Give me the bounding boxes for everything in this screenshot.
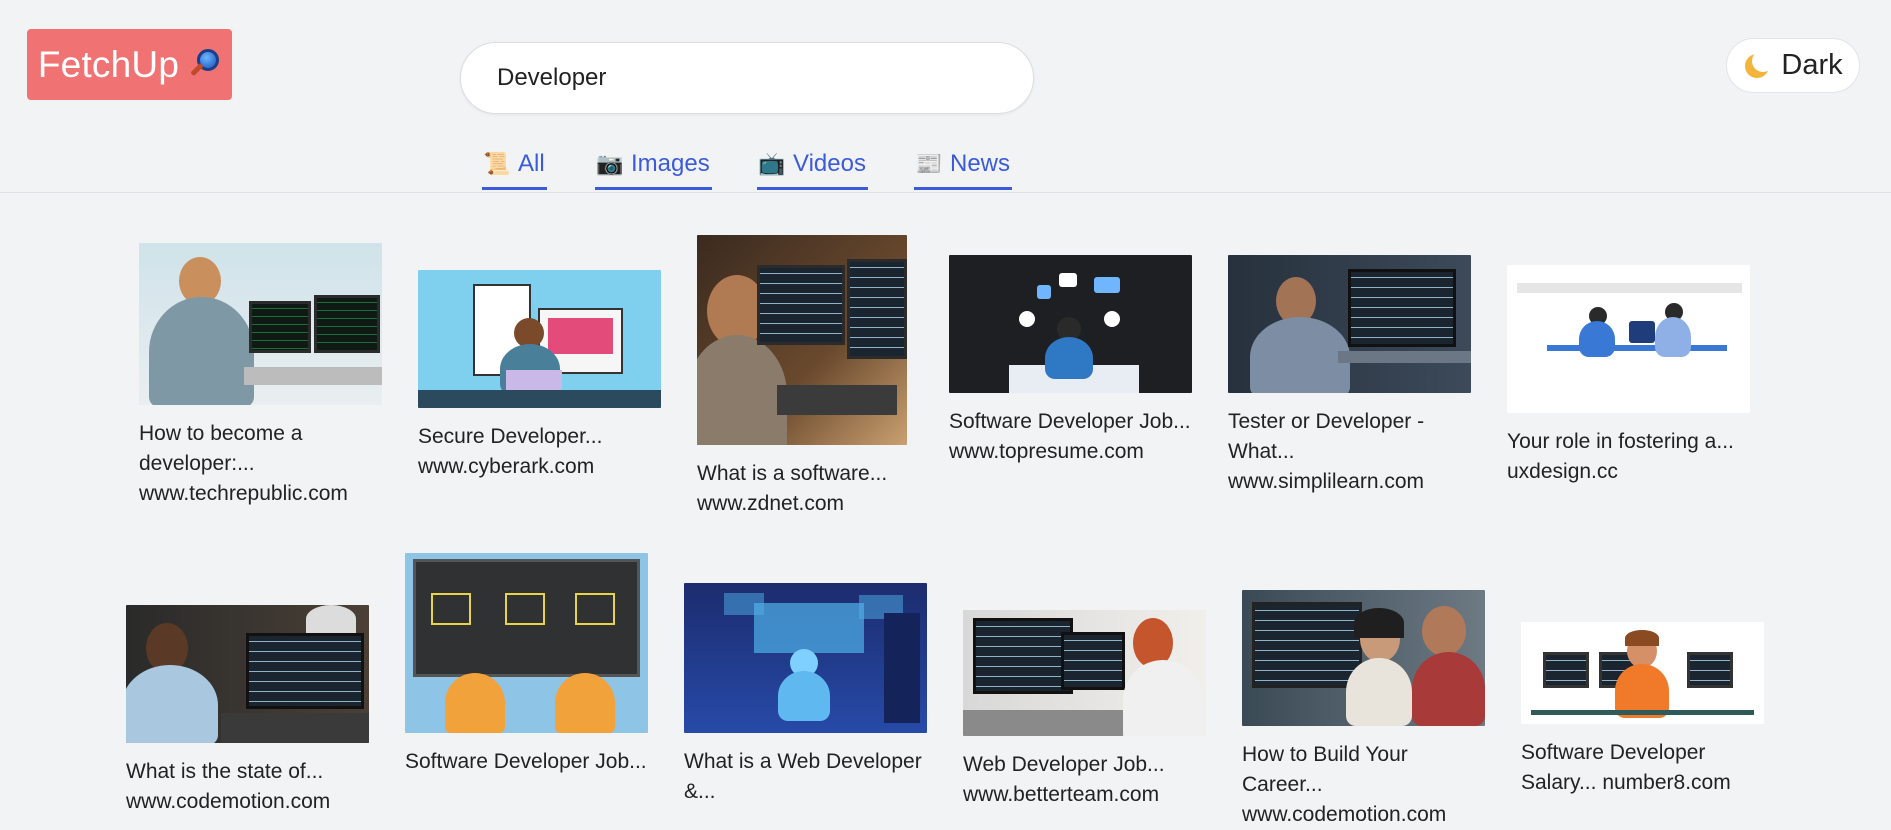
image-result[interactable]: Secure Developer... www.cyberark.com [418,270,661,482]
result-caption: Tester or Developer - What... www.simpli… [1228,407,1471,497]
image-result[interactable]: What is the state of... www.codemotion.c… [126,605,369,817]
result-source: www.codemotion.com [126,790,331,813]
result-title: Web Developer Job... [963,753,1165,776]
image-result[interactable]: Web Developer Job... www.betterteam.com [963,610,1206,810]
image-result[interactable]: Software Developer Salary... number8.com [1521,622,1764,798]
result-thumbnail[interactable] [684,583,927,733]
result-caption: What is the state of... www.codemotion.c… [126,757,369,817]
search-tabs: 📜 All 📷 Images 📺 Videos 📰 News [0,140,1891,192]
result-source: www.betterteam.com [963,783,1160,806]
result-title: What is a Web Developer &... [684,750,922,803]
image-result[interactable]: Software Developer Job... [405,553,648,777]
result-caption: Software Developer Job... [405,747,648,777]
dark-mode-button[interactable]: Dark [1726,38,1860,93]
result-source: www.codemotion.com [1242,803,1447,826]
logo-text: FetchUp [37,43,180,85]
result-title: Software Developer Job... [949,410,1191,433]
result-source: www.simplilearn.com [1228,470,1425,493]
image-result[interactable]: What is a Web Developer &... [684,583,927,807]
result-source: www.zdnet.com [697,492,845,515]
result-title: What is the state of... [126,760,324,783]
result-caption: How to Build Your Career... www.codemoti… [1242,740,1485,830]
scroll-icon: 📜 [483,150,511,176]
result-source: number8.com [1602,771,1731,794]
header-divider [0,192,1891,193]
result-source: uxdesign.cc [1507,460,1618,483]
result-title: Secure Developer... [418,425,603,448]
camera-icon: 📷 [596,150,624,176]
result-caption: Web Developer Job... www.betterteam.com [963,750,1206,810]
result-thumbnail[interactable] [963,610,1206,736]
result-title: How to Build Your Career... [1242,743,1408,796]
result-caption: What is a Web Developer &... [684,747,927,807]
image-result[interactable]: Software Developer Job... www.topresume.… [949,255,1192,467]
result-source: www.cyberark.com [418,455,595,478]
tab-label: Videos [793,149,866,177]
result-title: Tester or Developer - What... [1228,410,1425,463]
tab-images[interactable]: 📷 Images [595,140,712,190]
tab-videos[interactable]: 📺 Videos [757,140,868,190]
newspaper-icon: 📰 [915,150,943,176]
result-caption: How to become a developer:... www.techre… [139,419,382,509]
result-thumbnail[interactable] [418,270,661,408]
result-caption: Your role in fostering a... uxdesign.cc [1507,427,1750,487]
search-input[interactable] [460,42,1034,114]
result-thumbnail[interactable] [1507,265,1750,413]
result-caption: Software Developer Job... www.topresume.… [949,407,1192,467]
result-thumbnail[interactable] [405,553,648,733]
image-result[interactable]: Tester or Developer - What... www.simpli… [1228,255,1471,497]
result-source: www.topresume.com [949,440,1144,463]
image-result[interactable]: How to become a developer:... www.techre… [139,243,382,509]
result-title: Your role in fostering a... [1507,430,1734,453]
magnifier-icon [187,47,221,83]
image-result[interactable]: How to Build Your Career... www.codemoti… [1242,590,1485,830]
result-source: www.techrepublic.com [139,482,348,505]
result-thumbnail[interactable] [697,235,907,445]
result-caption: Software Developer Salary... number8.com [1521,738,1764,798]
result-title: What is a software... [697,462,888,485]
result-thumbnail[interactable] [1521,622,1764,724]
result-title: Software Developer Job... [405,750,647,773]
tab-all[interactable]: 📜 All [482,140,547,190]
image-result[interactable]: What is a software... www.zdnet.com [697,235,907,519]
result-title: How to become a developer:... [139,422,303,475]
result-thumbnail[interactable] [1242,590,1485,726]
result-thumbnail[interactable] [949,255,1192,393]
tab-label: All [518,149,545,177]
moon-icon [1743,49,1775,80]
image-result[interactable]: Your role in fostering a... uxdesign.cc [1507,265,1750,487]
tab-label: News [950,149,1011,177]
logo[interactable]: FetchUp [27,29,232,100]
result-thumbnail[interactable] [126,605,369,743]
dark-mode-label: Dark [1781,49,1843,81]
tab-news[interactable]: 📰 News [914,140,1013,190]
result-caption: What is a software... www.zdnet.com [697,459,907,519]
tab-label: Images [631,149,710,177]
result-caption: Secure Developer... www.cyberark.com [418,422,661,482]
tv-icon: 📺 [758,150,786,176]
result-thumbnail[interactable] [1228,255,1471,393]
result-thumbnail[interactable] [139,243,382,405]
